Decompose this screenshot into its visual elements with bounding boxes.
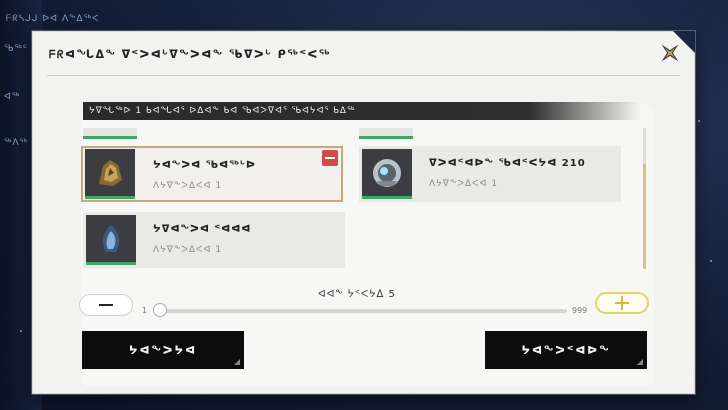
cancel-button-label: ᔭᐊᖕᐳᔭᐊ: [128, 343, 198, 357]
material-card-selected[interactable]: ᔭᐊᖕᐳᐊ ᖃᐊᖅᒡᐅ ᐱᔭᐁᖕᐳᐃᐸᐊ 1: [81, 146, 343, 202]
background-text: ᖃᖅᑦ: [4, 44, 28, 54]
background-star: [20, 330, 22, 332]
background-star: [698, 120, 700, 122]
slider-min-value: 1: [142, 306, 148, 315]
decrease-quantity-button[interactable]: [79, 294, 133, 316]
close-icon: [661, 44, 679, 62]
robot-core-icon: [373, 158, 401, 187]
selection-banner: ᔭᐁᖓᖅᐅ 1 ᑲᐊᖓᐊᕐ ᐅᐃᐊᖕ ᑲᐊ ᖃᐊᐳᐁᐊᕐ ᖃᐊᔭᐊᕐ ᑲᐃᖅ: [83, 102, 641, 120]
material-name: ᐁᐳᐊᑉᐊᐅᖕ ᖃᐊᑉᐸᔭᐊ 210: [429, 158, 586, 169]
remove-selection-button[interactable]: [322, 150, 338, 166]
material-thumbnail: [85, 149, 135, 199]
dialog-title: ᖴᖇᐊᖓᐃᖕ ᐁᑉᐳᐊᒡᐁᖕᐳᐊᖕ ᖃᐁᐳᒡ ᑭᖅᑉᐸᖅ: [49, 48, 332, 61]
material-name: ᔭᐁᐊᖕᐳᐊ ᑉᐊᐊᐊ: [153, 224, 252, 235]
increase-quantity-button[interactable]: [595, 292, 649, 314]
quantity-label: ᐊᐊᖕ ᔭᑉᐸᔭᐃ 5: [318, 289, 396, 300]
close-button[interactable]: [656, 39, 684, 67]
material-name: ᔭᐊᖕᐳᐊ ᖃᐊᖅᒡᐅ: [153, 160, 257, 171]
material-quantity: ᐱᔭᐁᖕᐳᐃᐸᐊ 1: [153, 245, 223, 255]
material-card[interactable]: ᐁᐳᐊᑉᐊᐅᖕ ᖃᐊᑉᐸᔭᐊ 210 ᐱᔭᐁᖕᐳᐃᐸᐊ 1: [359, 146, 621, 202]
material-quantity: ᐱᔭᐁᖕᐳᐃᐸᐊ 1: [429, 179, 499, 189]
material-select-dialog: ᖴᖇᐊᖓᐃᖕ ᐁᑉᐳᐊᒡᐁᖕᐳᐊᖕ ᖃᐁᐳᒡ ᑭᖅᑉᐸᖅ ᔭᐁᖓᖅᐅ 1 ᑲᐊᖓ…: [32, 31, 695, 394]
blue-flame-crest-icon: [102, 224, 120, 252]
list-item-partial: [359, 128, 413, 139]
material-quantity: ᐱᔭᐁᖕᐳᐃᐸᐊ 1: [153, 181, 223, 191]
confirm-button-label: ᔭᐊᖕᐳᑉᐊᐅᖕ: [521, 343, 611, 357]
quantity-slider[interactable]: [157, 309, 567, 313]
cancel-button[interactable]: ᔭᐊᖕᐳᔭᐊ: [82, 331, 244, 369]
background-text: ᖴᖇᓴᒍᒍ ᐅᐊ ᐱᖕᐃᖅᐸ: [6, 14, 100, 24]
material-list: ᔭᐊᖕᐳᐊ ᖃᐊᖅᒡᐅ ᐱᔭᐁᖕᐳᐃᐸᐊ 1 ᐁᐳᐊᑉᐊᐅᖕ ᖃᐊᑉᐸᔭᐊ 21…: [81, 128, 641, 269]
quantity-slider-handle[interactable]: [153, 303, 167, 317]
material-card[interactable]: ᔭᐁᐊᖕᐳᐊ ᑉᐊᐊᐊ ᐱᔭᐁᖕᐳᐃᐸᐊ 1: [83, 212, 345, 268]
title-divider: [47, 75, 680, 76]
material-thumbnail: [362, 149, 412, 199]
background-text: ᖅᐱᖅ: [4, 138, 29, 148]
material-thumbnail: [86, 215, 136, 265]
list-scrollbar[interactable]: [643, 128, 646, 269]
bronze-crest-icon: [99, 159, 122, 186]
slider-max-value: 999: [572, 306, 588, 315]
confirm-button[interactable]: ᔭᐊᖕᐳᑉᐊᐅᖕ: [485, 331, 647, 369]
background-text: ᐊᖅ: [4, 92, 21, 102]
scrollbar-thumb[interactable]: [643, 164, 646, 269]
background-star: [710, 260, 712, 262]
list-item-partial: [83, 128, 137, 139]
